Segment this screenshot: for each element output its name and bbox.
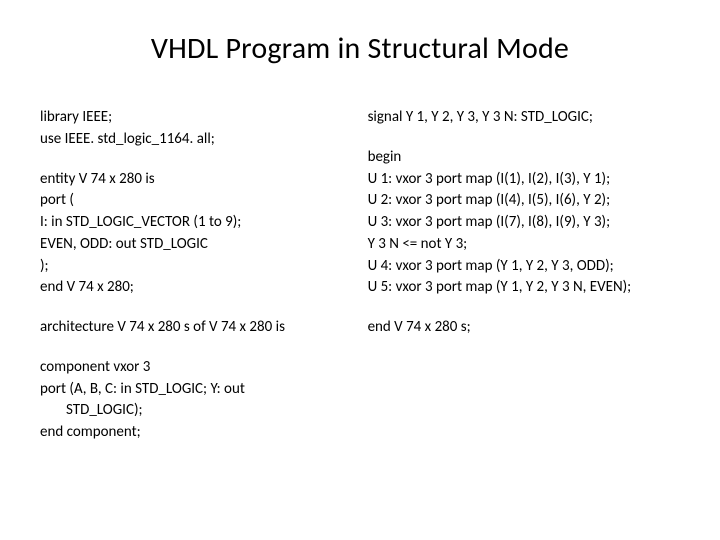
code-line: U 4: vxor 3 port map (Y 1, Y 2, Y 3, ODD… (368, 256, 680, 278)
code-line: U 5: vxor 3 port map (Y 1, Y 2, Y 3 N, E… (368, 277, 680, 299)
code-block-end: end V 74 x 280 s; (368, 317, 680, 339)
code-line: entity V 74 x 280 is (40, 169, 338, 191)
code-line: begin (368, 147, 680, 169)
code-line: end component; (40, 422, 338, 444)
slide-title: VHDL Program in Structural Mode (40, 30, 680, 67)
code-line: port ( (40, 190, 338, 212)
code-block-signal: signal Y 1, Y 2, Y 3, Y 3 N: STD_LOGIC; (368, 107, 680, 129)
code-line: library IEEE; (40, 107, 338, 129)
code-block-body: begin U 1: vxor 3 port map (I(1), I(2), … (368, 147, 680, 299)
code-line: end V 74 x 280 s; (368, 317, 680, 339)
code-block-entity: entity V 74 x 280 is port ( I: in STD_LO… (40, 169, 338, 300)
code-line: use IEEE. std_logic_1164. all; (40, 129, 338, 151)
left-column: library IEEE; use IEEE. std_logic_1164. … (40, 107, 338, 462)
code-line: U 1: vxor 3 port map (I(1), I(2), I(3), … (368, 169, 680, 191)
code-line: component vxor 3 (40, 357, 338, 379)
code-line: ); (40, 256, 338, 278)
code-line: end V 74 x 280; (40, 277, 338, 299)
code-line: U 3: vxor 3 port map (I(7), I(8), I(9), … (368, 212, 680, 234)
code-line: Y 3 N <= not Y 3; (368, 234, 680, 256)
code-block-component: component vxor 3 port (A, B, C: in STD_L… (40, 357, 338, 444)
content-columns: library IEEE; use IEEE. std_logic_1164. … (40, 107, 680, 462)
code-line: port (A, B, C: in STD_LOGIC; Y: out (40, 379, 338, 401)
right-column: signal Y 1, Y 2, Y 3, Y 3 N: STD_LOGIC; … (368, 107, 680, 462)
code-block-library: library IEEE; use IEEE. std_logic_1164. … (40, 107, 338, 151)
code-block-architecture: architecture V 74 x 280 s of V 74 x 280 … (40, 317, 338, 339)
code-line: U 2: vxor 3 port map (I(4), I(5), I(6), … (368, 190, 680, 212)
code-line: I: in STD_LOGIC_VECTOR (1 to 9); (40, 212, 338, 234)
slide: VHDL Program in Structural Mode library … (0, 0, 720, 540)
code-line: signal Y 1, Y 2, Y 3, Y 3 N: STD_LOGIC; (368, 107, 680, 129)
code-line: architecture V 74 x 280 s of V 74 x 280 … (40, 317, 338, 339)
code-line: STD_LOGIC); (40, 400, 338, 422)
code-line: EVEN, ODD: out STD_LOGIC (40, 234, 338, 256)
